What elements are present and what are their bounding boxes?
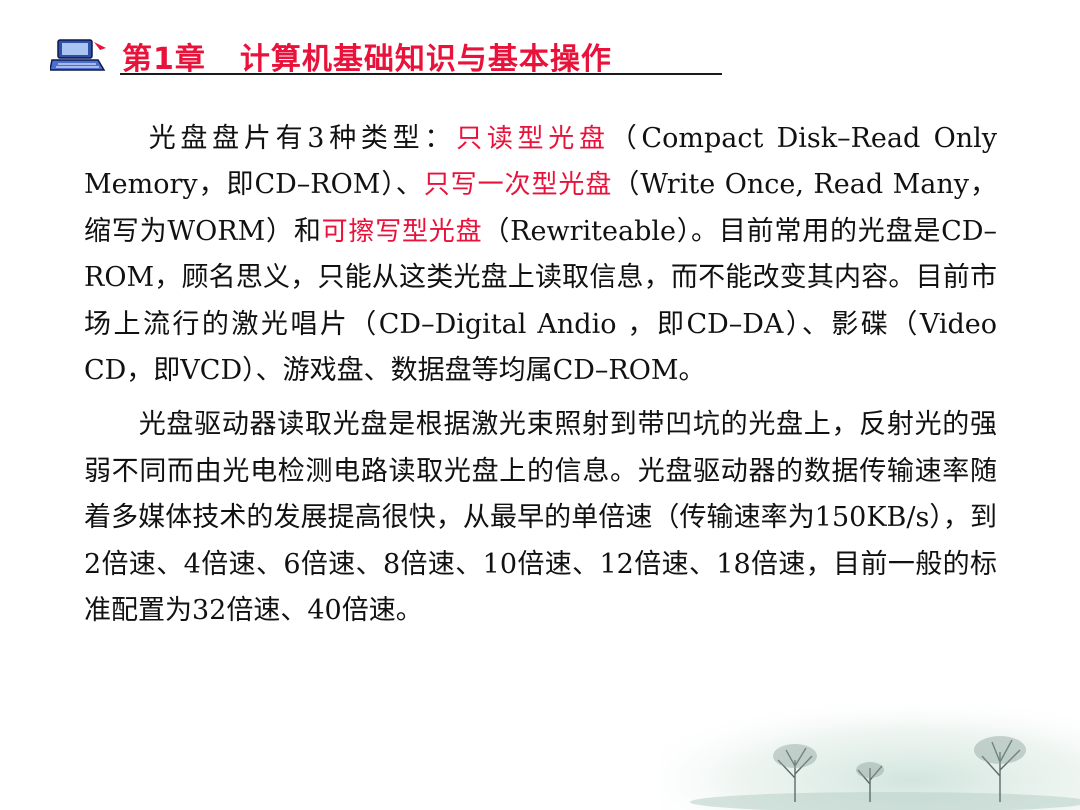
- chapter-label: 第1章: [122, 42, 206, 77]
- term-write-once-disc: 只写一次型光盘: [423, 170, 613, 201]
- content-body: 光盘盘片有3种类型：只读型光盘（Compact Disk–Read Only M…: [84, 116, 997, 634]
- page-title: 第1章 计算机基础知识与基本操作: [122, 34, 612, 78]
- chapter-title: 计算机基础知识与基本操作: [239, 42, 612, 77]
- computer-icon: [50, 39, 106, 71]
- text-segment: 光盘驱动器读取光盘是根据激光束照射到带凹坑的光盘上，反射光的强弱不同而由光电检测…: [84, 409, 997, 627]
- term-rewritable-disc: 可擦写型光盘: [321, 216, 483, 247]
- term-read-only-disc: 只读型光盘: [456, 124, 610, 154]
- text-segment: 光盘盘片有3种类型：: [144, 123, 457, 154]
- winter-landscape-image: [660, 690, 1080, 810]
- title-underline: [120, 73, 722, 75]
- paragraph-1: 光盘盘片有3种类型：只读型光盘（Compact Disk–Read Only M…: [84, 116, 997, 394]
- paragraph-2: 光盘驱动器读取光盘是根据激光束照射到带凹坑的光盘上，反射光的强弱不同而由光电检测…: [84, 402, 997, 634]
- slide-header: 第1章 计算机基础知识与基本操作: [44, 30, 722, 78]
